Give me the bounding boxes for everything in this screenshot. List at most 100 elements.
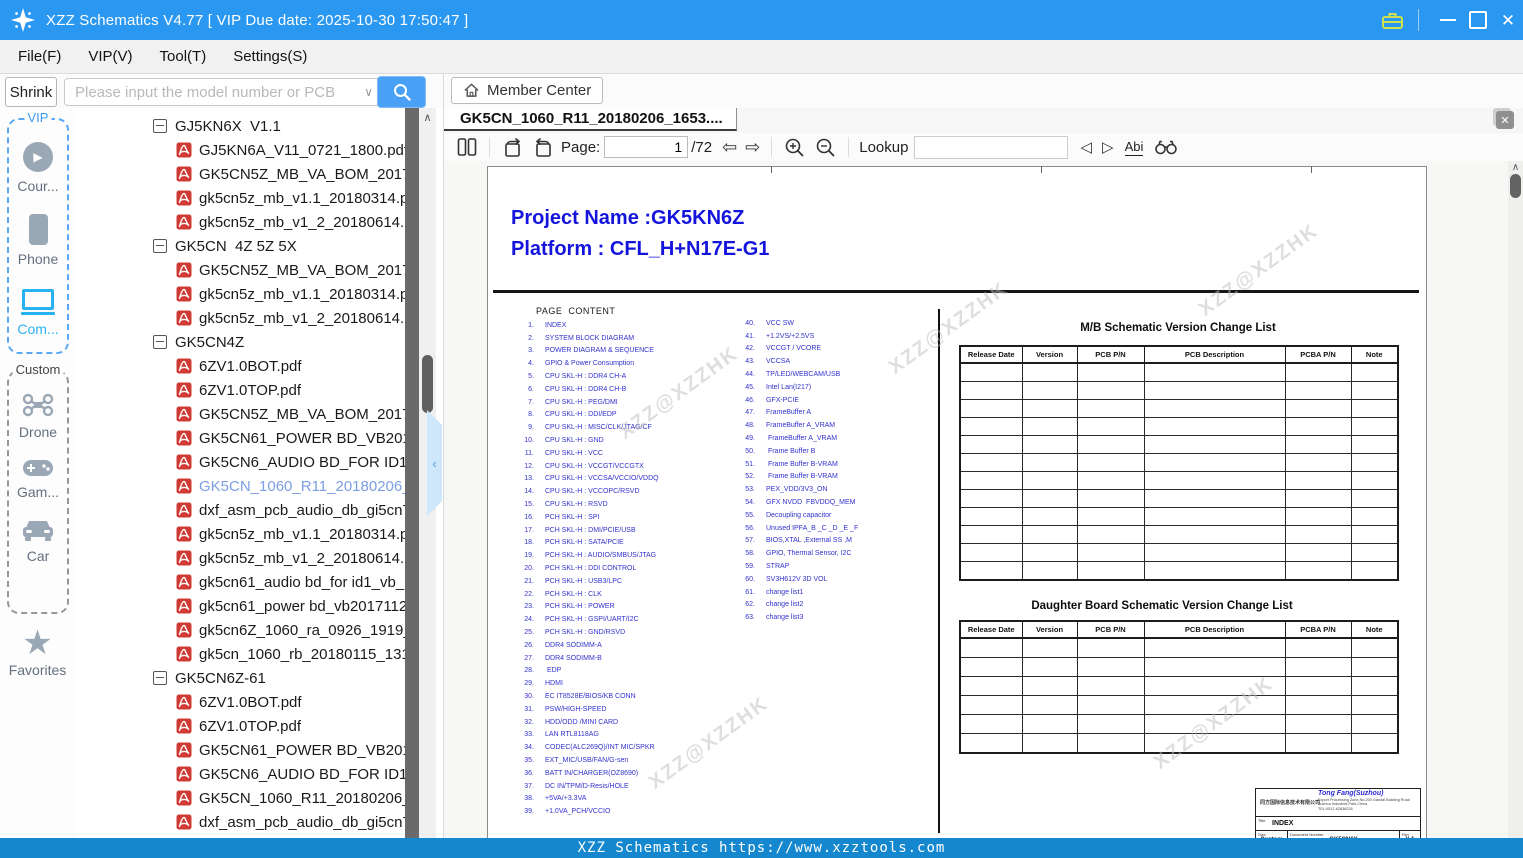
lookup-input[interactable]	[914, 135, 1069, 159]
toc-entry: 5. CPU SKL-H : DDR4 CH-A	[528, 373, 627, 381]
tree-row[interactable]: gk5cn61_power bd_vb20171120	[75, 594, 405, 618]
tree-row[interactable]: GK5CN4Z	[75, 330, 405, 354]
page-content-heading: PAGE CONTENT	[536, 306, 616, 316]
tree-row[interactable]: GK5CN5Z_MB_VA_BOM_201709	[75, 162, 405, 186]
search-input[interactable]	[73, 82, 361, 102]
tree-row[interactable]: GK5CN 4Z 5Z 5X	[75, 234, 405, 258]
panel-collapse-handle[interactable]: ‹	[427, 410, 442, 516]
maximize-button[interactable]	[1463, 0, 1493, 40]
tree-row[interactable]: GK5CN5Z_MB_VA_BOM_201709	[75, 402, 405, 426]
previous-page-icon[interactable]: ⇦	[722, 138, 737, 156]
tree-row[interactable]: GJ5KN6X V1.1	[75, 114, 405, 138]
home-icon	[464, 83, 479, 97]
tree-row[interactable]: GK5CN_1060_R11_20180206_16	[75, 786, 405, 810]
tree-row[interactable]: gk5cn5z_mb_v1_2_20180614.pd	[75, 546, 405, 570]
tree-row[interactable]: 6ZV1.0TOP.pdf	[75, 378, 405, 402]
pdf-viewport[interactable]: Project Name :GK5KN6Z Platform : CFL_H+N…	[444, 161, 1523, 838]
tree-scrollbar-track[interactable]	[405, 108, 419, 838]
page-number-input[interactable]	[604, 136, 689, 158]
schematic-file-tree[interactable]: GJ5KN6X V1.1 GJ5KN6A_V11_0721_1800.pdf G…	[75, 108, 405, 838]
menu-item[interactable]: Tool(T)	[160, 48, 207, 65]
close-document-icon[interactable]: ✕	[1496, 111, 1514, 129]
tree-row[interactable]: GK5CN6_AUDIO BD_FOR ID1_RA	[75, 450, 405, 474]
menu-item[interactable]: Settings(S)	[233, 48, 307, 65]
member-center-button[interactable]: Member Center	[451, 77, 604, 104]
collapse-minus-icon[interactable]	[153, 119, 167, 133]
tree-row[interactable]: gk5cn61_audio bd_for id1_vb_2	[75, 570, 405, 594]
collapse-minus-icon[interactable]	[153, 239, 167, 253]
menu-item[interactable]: VIP(V)	[88, 48, 132, 65]
pdf-file-icon	[176, 526, 192, 542]
tree-row[interactable]: GK5CN61_POWER BD_VB20180	[75, 426, 405, 450]
pdf-file-icon	[176, 430, 192, 446]
tree-row[interactable]: GK5CN_1060_R11_20180206_16	[75, 474, 405, 498]
toc-entry: 6. CPU SKL-H : DDR4 CH-B	[528, 385, 627, 393]
document-tab[interactable]: GK5CN_1060_R11_20180206_1653....	[444, 108, 737, 131]
tree-row[interactable]: gk5cn6Z_1060_ra_0926_1919_fo	[75, 618, 405, 642]
find-previous-icon[interactable]: ◁	[1080, 138, 1092, 156]
tree-row-label: GK5CN_1060_R11_20180206_16	[199, 789, 405, 807]
collapse-minus-icon[interactable]	[153, 671, 167, 685]
pdf-scrollbar[interactable]: ∧	[1508, 161, 1523, 838]
collapse-minus-icon[interactable]	[153, 335, 167, 349]
tree-row[interactable]: gk5cn5z_mb_v1.1_20180314.pdf	[75, 282, 405, 306]
menu-item[interactable]: File(F)	[18, 48, 61, 65]
tree-row[interactable]: gk5cn5z_mb_v1.1_20180314.pdf	[75, 522, 405, 546]
rail-item-favorites[interactable]: ★ Favorites	[0, 626, 75, 678]
briefcase-icon[interactable]	[1381, 10, 1404, 31]
tree-row-label: GK5CN6_AUDIO BD_FOR ID1_RA	[199, 765, 405, 783]
tree-row[interactable]: GK5CN61_POWER BD_VB20180	[75, 738, 405, 762]
rotate-left-icon[interactable]	[502, 137, 523, 158]
tree-row[interactable]: dxf_asm_pcb_audio_db_gi5cn7x	[75, 498, 405, 522]
rail-item-game[interactable]: Gam...	[9, 458, 67, 500]
tree-row[interactable]: GK5CN6_AUDIO BD_FOR ID1_RA	[75, 762, 405, 786]
tree-scrollbar-thumb[interactable]	[422, 355, 433, 413]
custom-group-box: Custom Drone Gam... Car	[7, 362, 69, 614]
play-circle-icon: ▶	[23, 142, 53, 172]
tree-row[interactable]: 6ZV1.0TOP.pdf	[75, 714, 405, 738]
tree-row[interactable]: gk5cn5z_mb_v1_2_20180614.pd	[75, 306, 405, 330]
tree-row[interactable]: gk5cn_1060_rb_20180115_1312.	[75, 642, 405, 666]
tree-row[interactable]: 6ZV1.0BOT.pdf	[75, 690, 405, 714]
toc-column-2: 40. VCC SW 41. +1.2VS/+2.5VS 42. VCCGT /…	[728, 317, 858, 624]
rail-item-drone[interactable]: Drone	[9, 392, 67, 440]
pdf-scrollbar-thumb[interactable]	[1510, 174, 1521, 198]
tree-row[interactable]: dxf_asm_pcb_audio_db_gi5cn7x	[75, 810, 405, 834]
tree-row-label: GK5CN61_POWER BD_VB20180	[199, 741, 405, 759]
next-page-icon[interactable]: ⇨	[745, 138, 760, 156]
search-button[interactable]	[377, 76, 426, 108]
pdf-file-icon	[176, 382, 192, 398]
toc-entry: 47. FrameBuffer A	[745, 409, 812, 417]
rail-item-car[interactable]: Car	[9, 518, 67, 564]
scroll-up-arrow-icon[interactable]: ∧	[1508, 162, 1523, 173]
scroll-up-arrow-icon[interactable]: ∧	[419, 111, 436, 124]
tree-row[interactable]: GJ5KN6A_V11_0721_1800.pdf	[75, 138, 405, 162]
rail-item-computer[interactable]: Com...	[9, 285, 67, 337]
tree-row-label: GK5CN61_POWER BD_VB20180	[199, 429, 405, 447]
zoom-out-icon[interactable]	[815, 137, 836, 158]
page-total: /72	[691, 138, 713, 156]
tree-row[interactable]: 6ZV1.0BOT.pdf	[75, 354, 405, 378]
pdf-file-icon	[176, 574, 192, 590]
find-next-icon[interactable]: ▷	[1102, 138, 1114, 156]
pdf-file-icon	[176, 598, 192, 614]
shrink-button[interactable]: Shrink	[5, 77, 57, 107]
model-search-combo[interactable]: ∨	[64, 78, 382, 106]
rail-item-course[interactable]: ▶ Cour...	[9, 142, 67, 194]
rotate-right-icon[interactable]	[533, 137, 554, 158]
minimize-button[interactable]	[1433, 0, 1463, 40]
tree-row[interactable]: gk5cn5z_mb_v1.1_20180314.pdf	[75, 186, 405, 210]
zoom-in-icon[interactable]	[784, 137, 805, 158]
chevron-down-icon[interactable]: ∨	[364, 85, 373, 99]
rail-item-phone[interactable]: Phone	[9, 212, 67, 267]
binoculars-search-icon[interactable]	[1154, 139, 1178, 156]
tree-row[interactable]: GK5CN5Z_MB_VA_BOM_201709	[75, 258, 405, 282]
tree-row[interactable]: GK5CN6Z-61	[75, 666, 405, 690]
tree-row[interactable]: gk5cn5z_mb_v1_2_20180614.pd	[75, 210, 405, 234]
toc-entry: 15. CPU SKL-H : RSVD	[524, 501, 608, 509]
two-page-view-icon[interactable]	[457, 137, 477, 157]
tree-row-label: dxf_asm_pcb_audio_db_gi5cn7x	[199, 501, 405, 519]
toc-entry: 35. EXT_MIC/USB/FAN/G-sen	[524, 756, 629, 764]
close-button[interactable]: ✕	[1493, 0, 1523, 40]
match-case-toggle[interactable]: Abi	[1124, 139, 1144, 156]
